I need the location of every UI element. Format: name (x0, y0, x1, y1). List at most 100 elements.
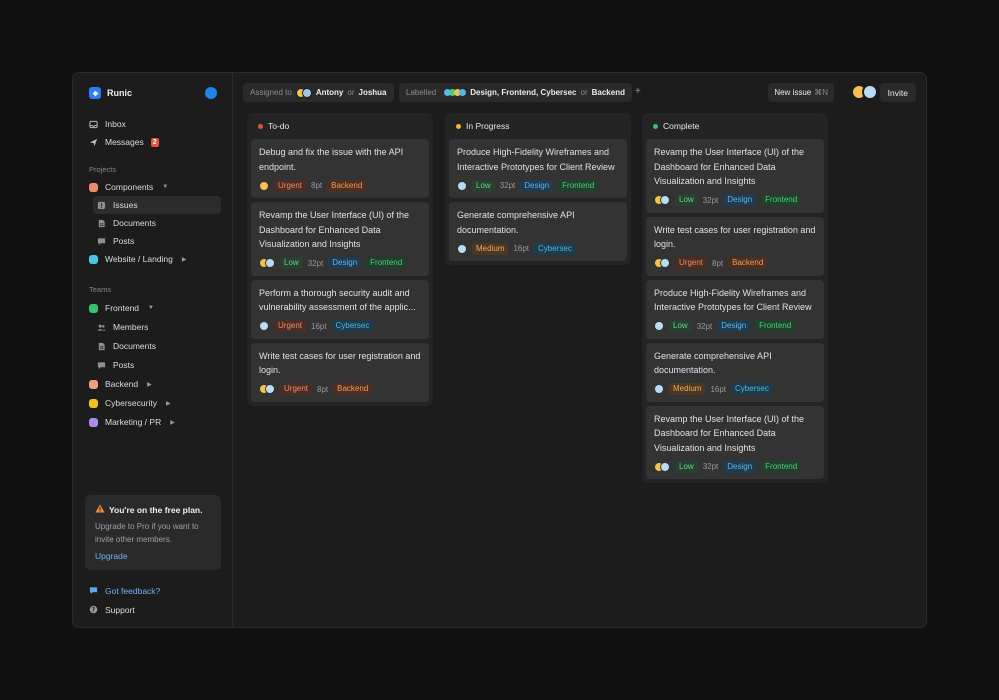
story-points: 16pt (513, 244, 530, 253)
add-filter-button[interactable]: + (635, 86, 641, 97)
team-frontend-label: Frontend (105, 303, 140, 313)
team-backend[interactable]: Backend ▶ (89, 375, 223, 393)
issue-meta: Low 32pt Design Frontend (259, 257, 421, 270)
brand[interactable]: Runic (89, 87, 132, 99)
nav-messages[interactable]: Messages 2 (89, 133, 223, 151)
issue-title: Generate comprehensive API documentation… (654, 350, 772, 376)
issue-title: Write test cases for user registration a… (654, 224, 816, 250)
team-posts[interactable]: Posts (97, 356, 223, 374)
issue-meta: Low 32pt Design Frontend (654, 320, 816, 333)
feedback-link[interactable]: Got feedback? (89, 581, 160, 600)
issue-card[interactable]: Write test cases for user registration a… (646, 216, 824, 276)
team-frontend[interactable]: Frontend ▼ (89, 299, 223, 317)
avatar (457, 243, 467, 254)
invite-button[interactable]: Invite (879, 83, 916, 102)
project-components[interactable]: Components ▼ (89, 178, 223, 196)
assignee-avatars (654, 195, 670, 205)
column-complete: Complete Revamp the User Interface (UI) o… (642, 113, 828, 483)
team-marketing[interactable]: Marketing / PR ▶ (89, 413, 223, 431)
issue-card[interactable]: Revamp the User Interface (UI) of the Da… (646, 139, 824, 213)
avatar (301, 87, 312, 98)
warning-icon (95, 504, 105, 515)
issue-card[interactable]: Debug and fix the issue with the API end… (251, 139, 429, 198)
assignee-filter[interactable]: Assigned to Antony or Joshua (243, 83, 394, 102)
label-tag: Design (328, 257, 362, 269)
nav-messages-label: Messages (105, 137, 144, 147)
issue-card[interactable]: Generate comprehensive API documentation… (449, 202, 627, 261)
chat-bubble-icon (97, 361, 106, 370)
label-tag: Frontend (366, 257, 407, 269)
priority-badge: Medium (472, 242, 509, 255)
sub-item-issues[interactable]: Issues (93, 196, 221, 214)
column-header: In Progress (449, 117, 627, 135)
sidebar: Runic Inbox Messages 2 Projects Componen… (73, 73, 233, 627)
teams-section-label: Teams (89, 285, 112, 294)
labels-list: Design, Frontend, Cybersec (470, 88, 577, 97)
column-in-progress: In Progress Produce High-Fidelity Wirefra… (445, 113, 631, 265)
sub-item-documents[interactable]: Documents (97, 214, 223, 232)
column-title: To-do (268, 121, 290, 131)
chevron-right-icon[interactable]: ▶ (182, 256, 187, 263)
story-points: 32pt (702, 462, 719, 471)
column-to-do: To-do Debug and fix the issue with the AP… (247, 113, 433, 406)
plan-description: Upgrade to Pro if you want to invite oth… (95, 522, 199, 544)
label-tag: Backend (728, 257, 768, 269)
priority-badge: Urgent (274, 320, 307, 332)
team-members[interactable]: Members (97, 318, 223, 336)
avatar (265, 258, 275, 268)
team-cybersecurity[interactable]: Cybersecurity ▶ (89, 394, 223, 412)
team-documents[interactable]: Documents (97, 337, 223, 355)
assignee-joshua: Joshua (358, 88, 387, 97)
team-posts-label: Posts (113, 360, 135, 370)
priority-badge: Medium (669, 383, 706, 395)
team-avatars[interactable] (851, 84, 878, 100)
issue-card[interactable]: Revamp the User Interface (UI) of the Da… (646, 405, 824, 479)
label-tag: Frontend (761, 194, 802, 206)
nav-inbox[interactable]: Inbox (89, 115, 223, 133)
chevron-down-icon[interactable]: ▼ (148, 305, 154, 311)
issue-meta: Low 32pt Design Frontend (654, 460, 816, 473)
sub-item-posts[interactable]: Posts (97, 232, 223, 250)
label-backend: Backend (591, 88, 625, 97)
bottom-nav: Got feedback? ? Support (89, 581, 160, 619)
status-dot (456, 123, 461, 129)
user-avatar[interactable] (205, 87, 217, 99)
avatar (862, 84, 878, 100)
chevron-right-icon[interactable]: ▶ (147, 381, 152, 388)
column-title: Complete (663, 121, 700, 131)
label-filter[interactable]: Labelled Design, Frontend, Cybersec or B… (399, 83, 632, 102)
issue-card[interactable]: Revamp the User Interface (UI) of the Da… (251, 202, 429, 276)
issue-card[interactable]: Generate comprehensive API documentation… (646, 342, 824, 402)
feedback-label: Got feedback? (105, 585, 161, 596)
team-color-dot (89, 303, 98, 313)
assignee-avatars (457, 180, 467, 191)
issue-card[interactable]: Produce High-Fidelity Wireframes and Int… (449, 139, 627, 198)
assignee-avatars (259, 258, 275, 268)
issue-card[interactable]: Write test cases for user registration a… (251, 342, 429, 402)
issue-title: Produce High-Fidelity Wireframes and Int… (654, 287, 812, 313)
feedback-icon (89, 586, 98, 595)
support-link[interactable]: ? Support (89, 600, 160, 619)
label-tag: Cybersec (331, 320, 374, 332)
label-tag: Design (723, 460, 757, 473)
priority-badge: Low (675, 460, 698, 473)
team-color-dot (89, 398, 98, 408)
issue-card[interactable]: Produce High-Fidelity Wireframes and Int… (646, 279, 824, 339)
new-issue-button[interactable]: New issue ⌘N (768, 83, 834, 102)
issue-card[interactable]: Perform a thorough security audit and vu… (251, 279, 429, 339)
primary-nav: Inbox Messages 2 (89, 115, 223, 151)
upgrade-link[interactable]: Upgrade (95, 551, 128, 561)
assignee-avatars (654, 461, 670, 472)
issue-meta: Low 32pt Design Frontend (457, 179, 619, 192)
chevron-right-icon[interactable]: ▶ (166, 400, 171, 407)
team-color-dot (89, 379, 98, 389)
issue-meta: Urgent 16pt Cybersec (259, 320, 421, 333)
app-window: Runic Inbox Messages 2 Projects Componen… (72, 72, 927, 628)
team-members-label: Members (113, 322, 149, 332)
label-tag: Backend (333, 383, 373, 395)
project-website-label: Website / Landing (105, 254, 173, 264)
chevron-down-icon[interactable]: ▼ (162, 184, 168, 190)
status-dot (653, 123, 658, 129)
chevron-right-icon[interactable]: ▶ (170, 419, 175, 426)
project-website[interactable]: Website / Landing ▶ (89, 250, 223, 268)
